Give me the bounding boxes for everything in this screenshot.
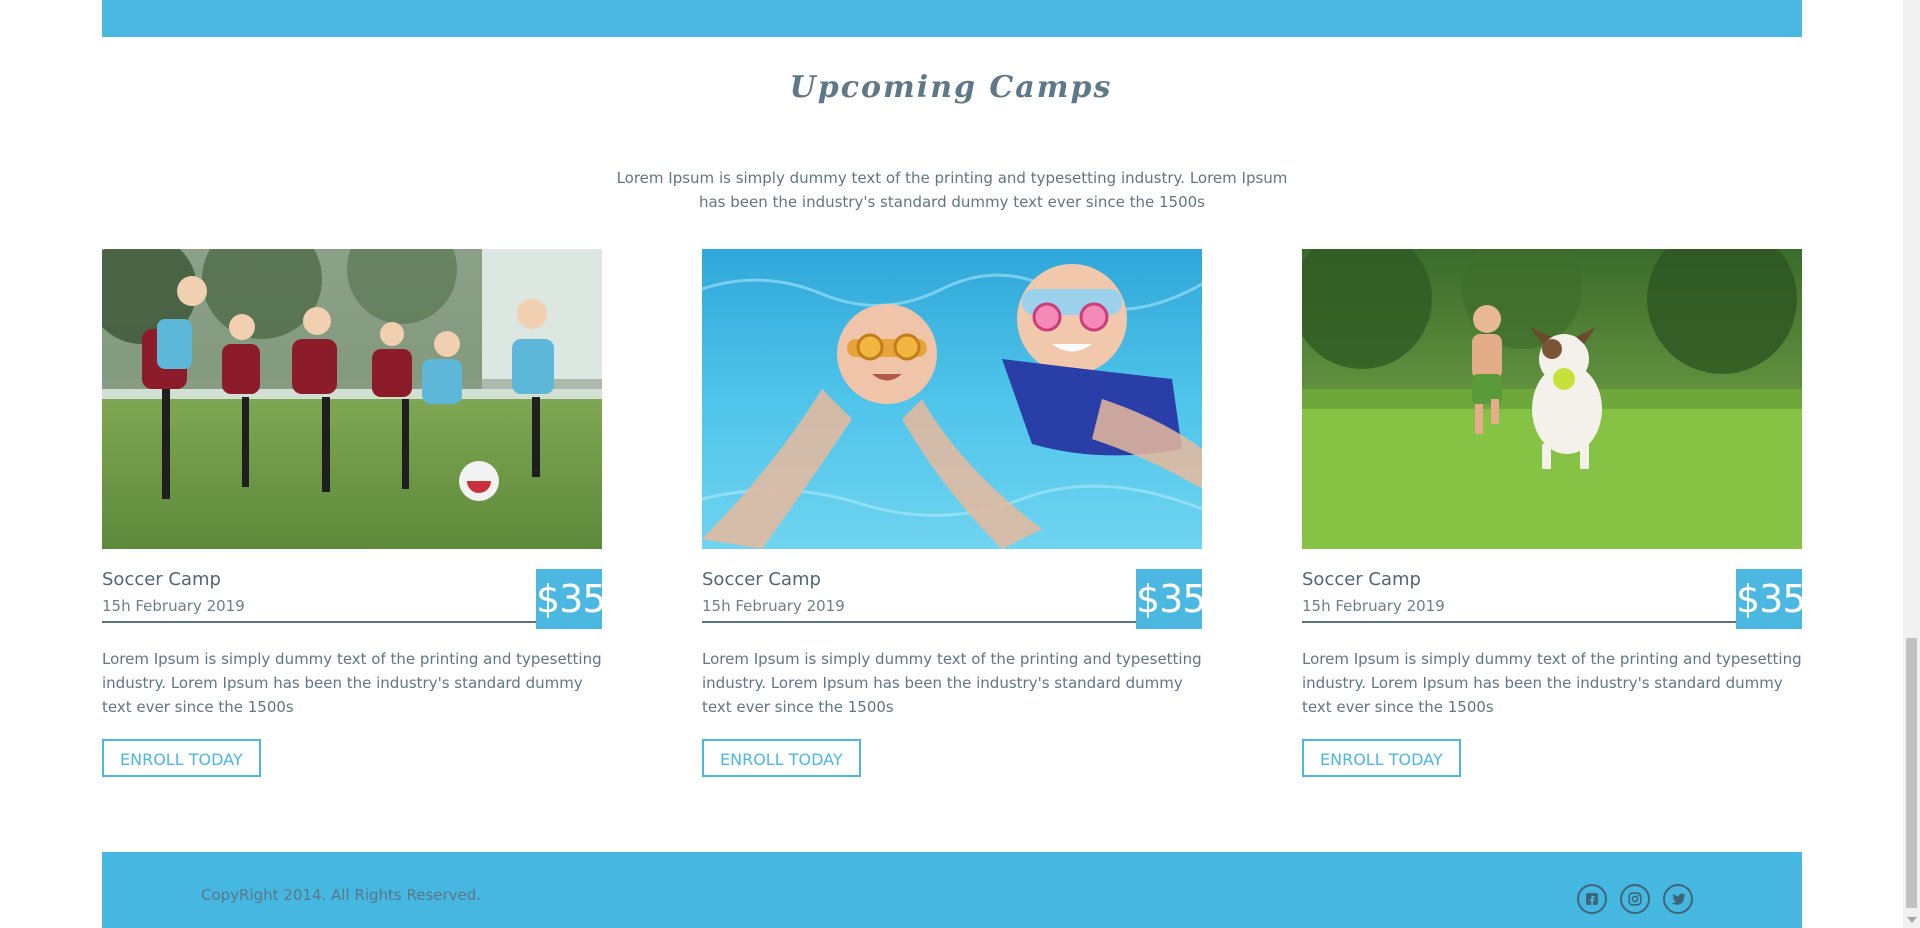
social-links <box>1577 884 1693 914</box>
card-title: Soccer Camp <box>1302 569 1421 590</box>
card-title: Soccer Camp <box>102 569 221 590</box>
child-running-with-dog-photo <box>1302 249 1802 549</box>
card-description: Lorem Ipsum is simply dummy text of the … <box>702 650 1202 716</box>
card-description: Lorem Ipsum is simply dummy text of the … <box>1302 650 1802 716</box>
page: Upcoming Camps Lorem Ipsum is simply dum… <box>0 0 1920 928</box>
camp-card: Soccer Camp 15h February 2019 $35 Lorem … <box>1302 249 1807 777</box>
enroll-today-button[interactable]: ENROLL TODAY <box>102 739 261 777</box>
card-header: Soccer Camp 15h February 2019 $35 <box>702 549 1207 629</box>
facebook-icon[interactable] <box>1577 884 1607 914</box>
top-banner-strip <box>102 0 1802 37</box>
card-header: Soccer Camp 15h February 2019 $35 <box>1302 549 1807 629</box>
instagram-icon[interactable] <box>1620 884 1650 914</box>
card-date: 15h February 2019 <box>1302 597 1445 615</box>
section-intro: Lorem Ipsum is simply dummy text of the … <box>616 169 1288 211</box>
twitter-icon[interactable] <box>1663 884 1693 914</box>
kids-swimming-underwater-photo <box>702 249 1202 549</box>
section-title: Upcoming Camps <box>789 70 1113 105</box>
camp-card: Soccer Camp 15h February 2019 $35 Lorem … <box>702 249 1207 777</box>
card-header: Soccer Camp 15h February 2019 $35 <box>102 549 607 629</box>
price-badge: $35 <box>536 569 607 629</box>
scroll-down-arrow-icon[interactable] <box>1907 917 1917 923</box>
card-title: Soccer Camp <box>702 569 821 590</box>
card-date: 15h February 2019 <box>702 597 845 615</box>
copyright-text: CopyRight 2014. All Rights Reserved. <box>201 886 482 904</box>
price-badge: $35 <box>1736 569 1807 629</box>
camp-card: Soccer Camp 15h February 2019 $35 Lorem … <box>102 249 607 777</box>
enroll-today-button[interactable]: ENROLL TODAY <box>1302 739 1461 777</box>
card-description: Lorem Ipsum is simply dummy text of the … <box>102 650 602 716</box>
page-scrollbar[interactable] <box>1903 0 1920 928</box>
kids-playing-soccer-photo <box>102 249 602 549</box>
price-badge: $35 <box>1136 569 1207 629</box>
enroll-today-button[interactable]: ENROLL TODAY <box>702 739 861 777</box>
card-date: 15h February 2019 <box>102 597 245 615</box>
footer: CopyRight 2014. All Rights Reserved. <box>102 852 1802 928</box>
scrollbar-thumb[interactable] <box>1906 638 1917 908</box>
